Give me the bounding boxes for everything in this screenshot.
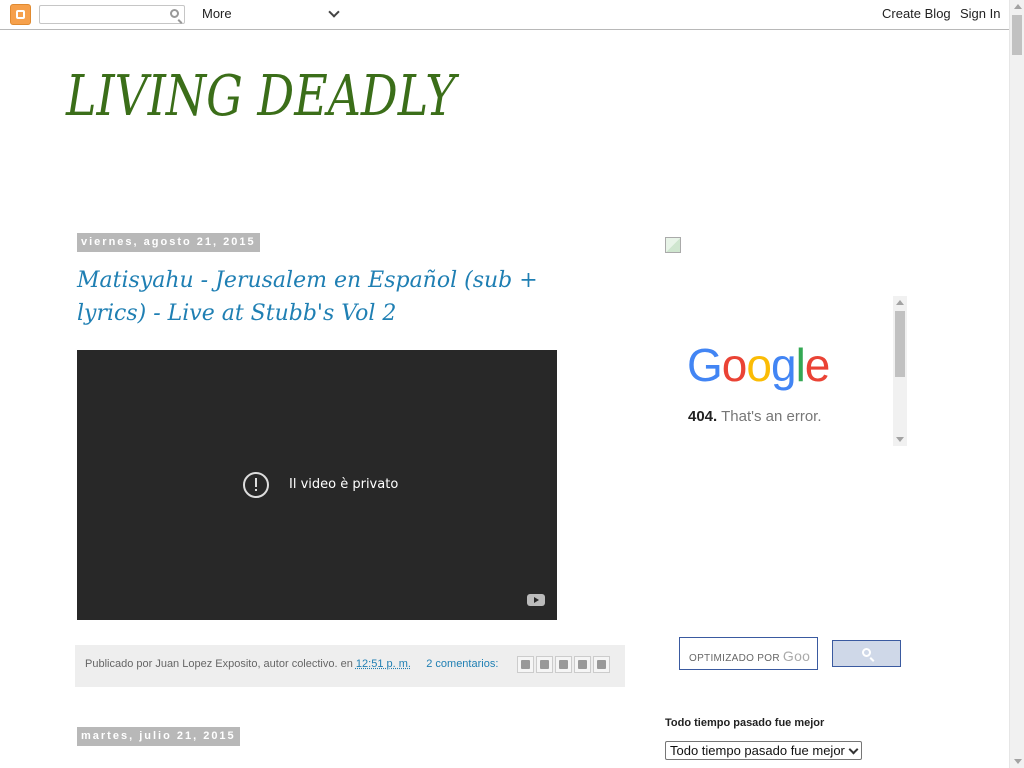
- google-brand-fragment: Goo: [782, 648, 811, 664]
- error-code: 404.: [688, 408, 718, 425]
- email-icon[interactable]: [517, 656, 534, 673]
- date-header: martes, julio 21, 2015: [77, 727, 240, 746]
- youtube-icon[interactable]: [527, 594, 545, 606]
- error-text: That's an error.: [721, 408, 822, 425]
- search-placeholder: OPTIMIZADO POR: [689, 653, 780, 664]
- search-icon[interactable]: [170, 9, 179, 18]
- archive-widget-title: Todo tiempo pasado fue mejor: [665, 717, 825, 729]
- post-timestamp-link[interactable]: 12:51 p. m.: [356, 658, 411, 670]
- post-footer: Publicado por Juan Lopez Exposito, autor…: [75, 645, 625, 687]
- page-scrollbar[interactable]: [1009, 0, 1024, 768]
- google-logo-letter: e: [804, 339, 831, 391]
- blogger-navbar: More Create Blog Sign In: [0, 0, 1009, 30]
- scrollbar-thumb[interactable]: [1012, 15, 1022, 55]
- scroll-down-arrow-icon[interactable]: [896, 437, 904, 442]
- google-logo-letter: o: [746, 339, 772, 391]
- twitter-icon[interactable]: [555, 656, 572, 673]
- video-private-message: Il video è privato: [289, 477, 399, 492]
- scrollbar-thumb[interactable]: [895, 311, 905, 377]
- navbar-search-input[interactable]: [39, 5, 185, 24]
- archive-selected-value: Todo tiempo pasado fue mejor: [670, 743, 845, 758]
- scroll-up-arrow-icon[interactable]: [896, 300, 904, 305]
- chevron-down-icon[interactable]: [328, 6, 340, 18]
- chevron-down-icon[interactable]: [848, 744, 859, 755]
- pinterest-icon[interactable]: [593, 656, 610, 673]
- search-button[interactable]: [832, 640, 901, 667]
- post-title-partial[interactable]: [77, 752, 597, 768]
- blogger-logo-icon[interactable]: [10, 4, 31, 25]
- google-logo-letter: l: [795, 339, 806, 391]
- custom-search-input[interactable]: OPTIMIZADO POR Goo: [679, 637, 818, 670]
- google-logo-letter: G: [687, 339, 723, 391]
- frame-scrollbar[interactable]: [893, 296, 907, 446]
- post-comments-link[interactable]: 2 comentarios:: [426, 658, 498, 670]
- scroll-up-arrow-icon[interactable]: [1014, 4, 1022, 9]
- scroll-down-arrow-icon[interactable]: [1014, 759, 1022, 764]
- error-message: 404. That's an error.: [688, 408, 822, 425]
- more-menu[interactable]: More: [202, 6, 232, 21]
- broken-image-icon: [665, 237, 681, 253]
- date-header: viernes, agosto 21, 2015: [77, 233, 260, 252]
- google-logo-letter: o: [721, 339, 748, 391]
- facebook-icon[interactable]: [574, 656, 591, 673]
- video-player[interactable]: Il video è privato: [77, 350, 557, 620]
- blog-title[interactable]: LIVING DEADLY: [66, 64, 456, 129]
- google-logo: Google: [687, 338, 831, 392]
- search-icon: [862, 648, 871, 657]
- archive-select[interactable]: Todo tiempo pasado fue mejor: [665, 741, 862, 760]
- create-blog-link[interactable]: Create Blog: [882, 6, 951, 21]
- alert-icon: [243, 472, 269, 498]
- google-logo-letter: g: [770, 339, 797, 391]
- google-error-frame: Google 404. That's an error.: [665, 296, 907, 446]
- blogger-icon[interactable]: [536, 656, 553, 673]
- post-title[interactable]: Matisyahu - Jerusalem en Español (sub + …: [77, 264, 597, 330]
- post-author: Publicado por Juan Lopez Exposito, autor…: [85, 658, 353, 670]
- share-buttons: [517, 656, 610, 673]
- sign-in-link[interactable]: Sign In: [960, 6, 1000, 21]
